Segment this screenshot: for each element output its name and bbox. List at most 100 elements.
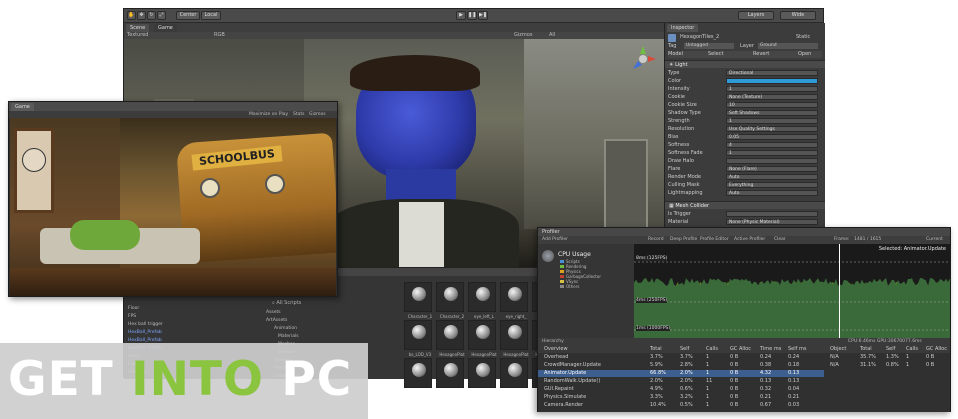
- asset-thumbnail[interactable]: eye_left_L: [468, 282, 496, 319]
- model-revert-button[interactable]: Revert: [753, 51, 769, 58]
- hierarchy-item[interactable]: FPS: [128, 314, 188, 319]
- asset-thumbnail[interactable]: bs_LOD_V3: [404, 320, 432, 357]
- static-checkbox[interactable]: Static: [796, 34, 810, 41]
- gizmos-dropdown[interactable]: Gizmos: [514, 32, 532, 39]
- asset-thumbnail[interactable]: Character_2: [436, 282, 464, 319]
- column-header[interactable]: Total: [650, 346, 662, 353]
- property-value-field[interactable]: Soft Shadows: [726, 110, 818, 116]
- layer-dropdown[interactable]: Ground: [758, 43, 818, 49]
- table-row[interactable]: Animator.Update 66.8% 2.0% 1 0 B 4.32 0.13: [538, 370, 824, 377]
- game-gizmos-toggle[interactable]: Gizmos: [309, 111, 326, 118]
- property-value-field[interactable]: 1: [726, 86, 818, 92]
- play-button[interactable]: ▶: [456, 11, 466, 20]
- pivot-local-button[interactable]: Local: [201, 11, 221, 20]
- frame-cursor[interactable]: [839, 244, 840, 344]
- property-value-field[interactable]: Auto: [726, 190, 818, 196]
- layers-dropdown[interactable]: Layers: [738, 11, 774, 20]
- light-component-header[interactable]: ☀ Light: [665, 60, 825, 68]
- move-tool-button[interactable]: ✥: [137, 11, 146, 20]
- clear-button[interactable]: Clear: [774, 236, 786, 244]
- property-value-field[interactable]: [726, 78, 818, 84]
- column-header[interactable]: Self: [886, 346, 895, 353]
- property-value-field[interactable]: None (Texture): [726, 94, 818, 100]
- pivot-center-button[interactable]: Center: [176, 11, 200, 20]
- property-value-field[interactable]: None (Flare): [726, 166, 818, 172]
- asset-thumbnail[interactable]: HexagonPlat: [500, 320, 529, 357]
- search-all-field[interactable]: All: [549, 32, 555, 39]
- column-header[interactable]: Calls: [706, 346, 718, 353]
- active-profiler-dropdown[interactable]: Active Profiler: [734, 236, 765, 244]
- table-row[interactable]: GUI.Repaint 4.9% 0.6% 1 0 B 0.32 0.04: [538, 386, 824, 393]
- orientation-gizmo[interactable]: [629, 45, 657, 73]
- asset-thumbnail[interactable]: [404, 358, 432, 388]
- scale-tool-button[interactable]: ⤢: [157, 11, 166, 20]
- asset-thumbnail[interactable]: HexagonPlat: [468, 320, 497, 357]
- property-value-field[interactable]: [726, 158, 818, 164]
- column-header[interactable]: GC Alloc: [730, 346, 751, 353]
- folder-tree-item[interactable]: ArtAssets: [266, 318, 326, 323]
- add-profiler-dropdown[interactable]: Add Profiler: [542, 236, 568, 244]
- deep-profile-toggle[interactable]: Deep Profile: [670, 236, 697, 244]
- hierarchy-item[interactable]: Hex ball trigger: [128, 322, 188, 327]
- folder-tree-item[interactable]: Assets: [266, 310, 326, 315]
- game-view[interactable]: SCHOOLBUS: [10, 118, 336, 296]
- asset-thumbnail[interactable]: eye_right_: [500, 282, 528, 319]
- table-row[interactable]: CrowdManager.Update 5.9% 2.8% 1 0 B 0.38 0.18: [538, 362, 824, 369]
- tab-game-window[interactable]: Game: [11, 103, 34, 111]
- tag-dropdown[interactable]: Untagged: [684, 43, 734, 49]
- column-header[interactable]: Total: [860, 346, 872, 353]
- stats-toggle[interactable]: Stats: [293, 111, 305, 118]
- layout-dropdown[interactable]: Wide: [780, 11, 816, 20]
- property-value-field[interactable]: Directional: [726, 70, 818, 76]
- cpu-usage-module[interactable]: CPU Usage Scripts Rendering Physics Garbage…: [538, 244, 634, 344]
- column-header[interactable]: Self ms: [788, 346, 806, 353]
- pause-button[interactable]: ❚❚: [467, 11, 477, 20]
- render-mode-dropdown[interactable]: Textured: [127, 32, 148, 38]
- folder-tree-item[interactable]: Animation: [274, 326, 334, 331]
- property-value-field[interactable]: Auto: [726, 174, 818, 180]
- table-row[interactable]: Overhead 3.7% 3.7% 1 0 B 0.24 0.24: [538, 354, 824, 361]
- rotate-tool-button[interactable]: ↻: [147, 11, 156, 20]
- object-table-row[interactable]: N/A 31.1% 0.8% 1 0 B: [824, 362, 950, 369]
- object-name-field[interactable]: HexagonTiles_2: [680, 34, 719, 41]
- property-value-field[interactable]: 1: [726, 118, 818, 124]
- asset-thumbnail[interactable]: [436, 358, 464, 388]
- column-header[interactable]: Object: [830, 346, 846, 353]
- table-row[interactable]: Camera.Render 10.4% 0.5% 1 0 B 0.67 0.03: [538, 402, 824, 409]
- model-select-button[interactable]: Select: [708, 51, 723, 58]
- hierarchy-mode-dropdown[interactable]: Hierarchy: [542, 338, 564, 346]
- object-table-row[interactable]: N/A 35.7% 1.3% 1 0 B: [824, 354, 950, 361]
- property-value-field[interactable]: None (Physic Material): [726, 219, 818, 225]
- record-toggle[interactable]: Record: [648, 236, 664, 244]
- cpu-usage-graph[interactable]: Selected: Animator.Update 8ms (125FPS) 4…: [634, 244, 950, 344]
- hand-tool-button[interactable]: ✋: [127, 11, 136, 20]
- property-value-field[interactable]: 0.05: [726, 134, 818, 140]
- table-row[interactable]: Physics.Simulate 3.3% 3.2% 1 0 B 0.21 0.21: [538, 394, 824, 401]
- step-button[interactable]: ▶❚: [478, 11, 488, 20]
- column-header[interactable]: Time ms: [760, 346, 781, 353]
- column-header[interactable]: GC Alloc: [926, 346, 947, 353]
- property-value-field[interactable]: Use Quality Settings: [726, 126, 818, 132]
- folder-tree-item[interactable]: Materials: [278, 334, 338, 339]
- maximize-on-play-toggle[interactable]: Maximize on Play: [249, 111, 288, 118]
- tab-scene[interactable]: Scene: [126, 24, 150, 32]
- tab-inspector[interactable]: Inspector: [667, 24, 699, 32]
- tab-game[interactable]: Game: [154, 24, 177, 32]
- all-scripts-filter[interactable]: ⌕ All Scripts: [272, 300, 301, 306]
- mesh-collider-header[interactable]: ▦ Mesh Collider: [665, 201, 825, 209]
- property-value-field[interactable]: Everything: [726, 182, 818, 188]
- table-row[interactable]: RandomWalk.Update() 2.0% 2.0% 11 0 B 0.13 0.13: [538, 378, 824, 385]
- property-value-field[interactable]: 1: [726, 150, 818, 156]
- asset-thumbnail[interactable]: [500, 358, 528, 388]
- property-value-field[interactable]: 4: [726, 142, 818, 148]
- hierarchy-item[interactable]: HexBall_Prefab: [128, 330, 188, 335]
- current-frame-button[interactable]: Current: [926, 236, 943, 244]
- profiler-tab[interactable]: Profiler: [538, 228, 950, 236]
- column-header[interactable]: Self: [680, 346, 689, 353]
- column-header[interactable]: Calls: [906, 346, 918, 353]
- model-open-button[interactable]: Open: [798, 51, 811, 58]
- asset-thumbnail[interactable]: [468, 358, 496, 388]
- legend-item[interactable]: Others: [560, 284, 579, 289]
- column-header[interactable]: Overview: [544, 346, 568, 353]
- asset-thumbnail[interactable]: Character_1: [404, 282, 432, 319]
